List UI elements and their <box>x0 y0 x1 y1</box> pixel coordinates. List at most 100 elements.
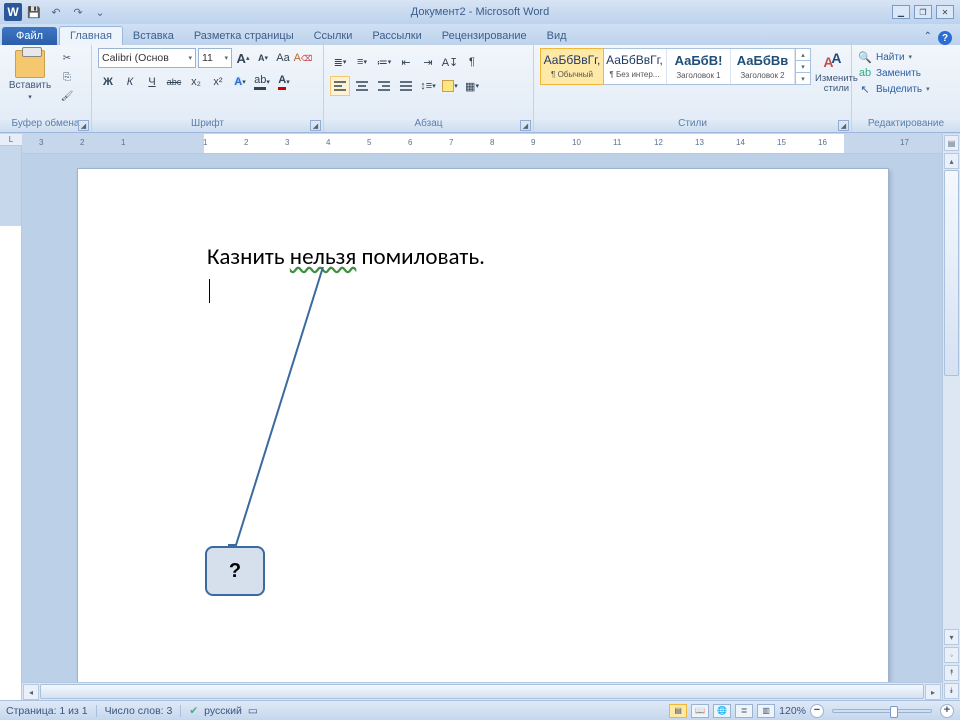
zoom-level[interactable]: 120% <box>779 705 806 717</box>
align-right-button[interactable] <box>374 76 394 96</box>
replace-button[interactable]: abЗаменить <box>858 66 930 80</box>
justify-button[interactable] <box>396 76 416 96</box>
ribbon-minimize-icon[interactable]: ⌃ <box>924 31 932 45</box>
align-left-button[interactable] <box>330 76 350 96</box>
increase-indent-button[interactable]: ⇥ <box>418 52 438 72</box>
undo-icon[interactable]: ↶ <box>48 4 64 20</box>
superscript-button[interactable]: x² <box>208 72 228 92</box>
ruler-toggle-icon[interactable]: ▤ <box>944 135 959 151</box>
change-case-button[interactable]: Aa <box>274 48 292 68</box>
view-reading-button[interactable]: 📖 <box>691 704 709 718</box>
restore-button[interactable]: ❐ <box>914 5 932 19</box>
ruler-corner[interactable]: L <box>0 134 22 146</box>
minimize-button[interactable]: ▁ <box>892 5 910 19</box>
highlight-color-button[interactable]: ab▾ <box>252 72 272 92</box>
sort-button[interactable]: A↧ <box>440 52 460 72</box>
decrease-indent-button[interactable]: ⇤ <box>396 52 416 72</box>
grow-font-button[interactable]: A▴ <box>234 48 252 68</box>
ruler-tick: 1 <box>203 138 207 147</box>
qat-dropdown-icon[interactable]: ⌄ <box>92 4 108 20</box>
tab-review[interactable]: Рецензирование <box>432 27 537 45</box>
style-gallery-item[interactable]: АаБбВвГг,¶ Обычный <box>540 48 604 85</box>
bullets-button[interactable]: ≣▾ <box>330 52 350 72</box>
styles-launcher-icon[interactable]: ◢ <box>838 120 849 131</box>
numbering-button[interactable]: ≡▾ <box>352 52 372 72</box>
next-page-icon[interactable]: ⯯ <box>944 683 959 699</box>
help-icon[interactable]: ? <box>938 31 952 45</box>
copy-button[interactable]: ⎘ <box>58 69 76 85</box>
view-draft-button[interactable]: ▥ <box>757 704 775 718</box>
tab-file[interactable]: Файл <box>2 27 57 45</box>
font-size-combo[interactable]: 11▾ <box>198 48 232 68</box>
browse-object-icon[interactable]: ◦ <box>944 647 959 663</box>
status-page[interactable]: Страница: 1 из 1 <box>6 705 88 717</box>
tab-home[interactable]: Главная <box>59 26 123 45</box>
font-name-combo[interactable]: Calibri (Основ▾ <box>98 48 196 68</box>
document-area: L 3211234567891011121314151617 Казнить н… <box>0 134 960 700</box>
clear-formatting-button[interactable]: A⌫ <box>294 48 312 68</box>
insert-mode-icon[interactable]: ▭ <box>248 705 258 717</box>
style-gallery-item[interactable]: АаБбВ!Заголовок 1 <box>667 49 731 84</box>
paste-icon <box>15 50 45 78</box>
scroll-right-icon[interactable]: ▸ <box>925 684 941 700</box>
font-color-button[interactable]: A▾ <box>274 72 294 92</box>
ruler-tick: 2 <box>80 138 84 147</box>
style-gallery-spinner[interactable]: ▴▾▾ <box>795 49 810 84</box>
horizontal-ruler[interactable]: 3211234567891011121314151617 <box>22 134 942 154</box>
tab-references[interactable]: Ссылки <box>304 27 363 45</box>
tab-mailings[interactable]: Рассылки <box>362 27 431 45</box>
strikethrough-button[interactable]: abc <box>164 72 184 92</box>
tab-view[interactable]: Вид <box>537 27 577 45</box>
underline-button[interactable]: Ч <box>142 72 162 92</box>
vertical-scrollbar[interactable]: ▤ ▴ ▾ ◦ ⯭ ⯯ <box>942 134 960 700</box>
find-button[interactable]: 🔍Найти ▾ <box>858 50 930 64</box>
vertical-ruler[interactable] <box>0 146 22 700</box>
scroll-down-icon[interactable]: ▾ <box>944 629 959 645</box>
zoom-out-button[interactable]: − <box>810 704 824 718</box>
scroll-left-icon[interactable]: ◂ <box>23 684 39 700</box>
multilevel-list-button[interactable]: ≔▾ <box>374 52 394 72</box>
text-effects-button[interactable]: A▾ <box>230 72 250 92</box>
borders-button[interactable]: ▦▾ <box>462 76 482 96</box>
font-launcher-icon[interactable]: ◢ <box>310 120 321 131</box>
find-label: Найти <box>876 52 905 63</box>
paragraph-launcher-icon[interactable]: ◢ <box>520 120 531 131</box>
line-spacing-button[interactable]: ↕≡▾ <box>418 76 438 96</box>
tab-insert[interactable]: Вставка <box>123 27 184 45</box>
cut-button[interactable]: ✂ <box>58 50 76 66</box>
view-web-button[interactable]: 🌐 <box>713 704 731 718</box>
scroll-up-icon[interactable]: ▴ <box>944 153 959 169</box>
clipboard-launcher-icon[interactable]: ◢ <box>78 120 89 131</box>
zoom-in-button[interactable]: + <box>940 704 954 718</box>
status-language[interactable]: русский <box>204 705 242 717</box>
view-outline-button[interactable]: ≣ <box>735 704 753 718</box>
ruler-tick: 13 <box>695 138 704 147</box>
redo-icon[interactable]: ↷ <box>70 4 86 20</box>
horizontal-scrollbar[interactable]: ◂ ▸ <box>22 682 942 700</box>
prev-page-icon[interactable]: ⯭ <box>944 665 959 681</box>
bold-button[interactable]: Ж <box>98 72 118 92</box>
view-print-layout-button[interactable]: ▤ <box>669 704 687 718</box>
subscript-button[interactable]: x₂ <box>186 72 206 92</box>
shading-button[interactable]: ▾ <box>440 76 460 96</box>
status-word-count[interactable]: Число слов: 3 <box>105 705 173 717</box>
style-gallery-item[interactable]: АаБбВвЗаголовок 2 <box>731 49 795 84</box>
callout-annotation[interactable]: ? <box>205 546 265 596</box>
zoom-slider[interactable] <box>832 709 932 713</box>
proofing-icon[interactable]: ✔ <box>189 705 198 717</box>
close-button[interactable]: ✕ <box>936 5 954 19</box>
shrink-font-button[interactable]: A▾ <box>254 48 272 68</box>
tab-layout[interactable]: Разметка страницы <box>184 27 304 45</box>
format-painter-button[interactable]: 🖌 <box>58 88 76 104</box>
ruler-tick: 3 <box>39 138 43 147</box>
select-button[interactable]: ↖Выделить ▾ <box>858 82 930 96</box>
style-gallery-item[interactable]: АаБбВвГг,¶ Без интер... <box>603 49 667 84</box>
save-icon[interactable]: 💾 <box>26 4 42 20</box>
align-center-button[interactable] <box>352 76 372 96</box>
paste-button[interactable]: Вставить ▾ <box>6 48 54 103</box>
styles-gallery[interactable]: АаБбВвГг,¶ ОбычныйАаБбВвГг,¶ Без интер..… <box>540 48 811 85</box>
show-marks-button[interactable]: ¶ <box>462 52 482 72</box>
document-text-line[interactable]: Казнить нельзя помиловать. <box>207 243 485 271</box>
italic-button[interactable]: К <box>120 72 140 92</box>
document-canvas[interactable]: Казнить нельзя помиловать. ? <box>22 154 942 682</box>
